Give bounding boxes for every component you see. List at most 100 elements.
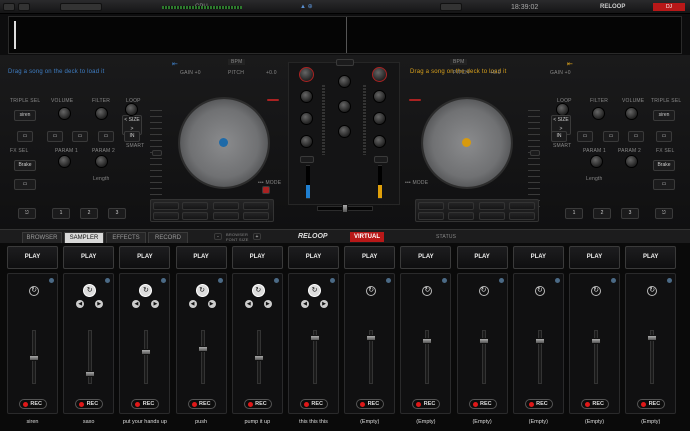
next-icon[interactable]: ▶ <box>95 300 104 308</box>
loop-icon[interactable]: ↻ <box>29 286 39 296</box>
sampler-rec-button[interactable]: REC <box>75 399 104 409</box>
deck-a-eq-mid[interactable] <box>300 112 313 125</box>
sampler-volume-handle[interactable] <box>534 337 545 344</box>
sampler-volume-track[interactable] <box>253 330 264 384</box>
deck-b-pitch-fader[interactable] <box>530 150 540 156</box>
deck-b-pad-2[interactable] <box>448 202 474 210</box>
deck-b-volume-fader-track[interactable] <box>378 165 382 199</box>
headphone-knob[interactable] <box>338 100 351 113</box>
sampler-volume-track[interactable] <box>29 330 39 384</box>
sampler-play-button[interactable]: PLAY <box>512 246 564 269</box>
deck-a-gain-knob[interactable] <box>299 67 314 82</box>
deck-a-fx-button-4[interactable]: ▭ <box>98 131 114 142</box>
deck-b-fx-button-3[interactable]: ▭ <box>628 131 644 142</box>
deck-a-fx-button-1[interactable]: ▭ <box>17 131 33 142</box>
mixer-master-button[interactable] <box>336 59 354 66</box>
sampler-volume-track[interactable] <box>534 330 545 384</box>
sampler-rec-button[interactable]: REC <box>300 399 328 409</box>
crossfader-handle[interactable] <box>342 204 348 213</box>
record-indicator[interactable] <box>440 3 462 11</box>
sampler-rec-button[interactable]: REC <box>581 399 609 409</box>
sampler-volume-track[interactable] <box>366 330 377 384</box>
deck-a-fx-button-3[interactable]: ▭ <box>72 131 88 142</box>
deck-a-fx-button-2[interactable]: ▭ <box>47 131 63 142</box>
crossfader-track[interactable] <box>317 204 373 213</box>
deck-a-fx1-button[interactable]: siren <box>14 110 36 121</box>
deck-a-fx-toggle[interactable]: ▭ <box>14 179 36 190</box>
sampler-volume-track[interactable] <box>591 330 601 384</box>
deck-a-pitch-fader[interactable] <box>152 150 162 156</box>
deck-b-loop-in[interactable]: IN <box>551 131 567 142</box>
sampler-volume-handle[interactable] <box>141 348 152 355</box>
sampler-rec-button[interactable]: REC <box>468 399 497 409</box>
deck-b-pad-6[interactable] <box>448 212 474 220</box>
sampler-volume-handle[interactable] <box>366 335 377 342</box>
tab-sampler[interactable]: SAMPLER <box>64 232 104 243</box>
sampler-play-button[interactable]: PLAY <box>288 246 339 269</box>
deck-a-loop-knob[interactable] <box>125 103 138 116</box>
deck-a-shift-button[interactable]: ⎋ <box>18 208 36 219</box>
deck-a-pad-5[interactable] <box>153 212 179 220</box>
sampler-rec-button[interactable]: REC <box>131 399 160 409</box>
next-icon[interactable]: ▶ <box>320 300 328 308</box>
master-knob[interactable] <box>338 75 351 88</box>
window-button[interactable] <box>18 3 30 11</box>
sampler-play-button[interactable]: PLAY <box>456 246 508 269</box>
sampler-rec-button[interactable]: REC <box>187 399 216 409</box>
sampler-rec-button[interactable]: REC <box>243 399 272 409</box>
sampler-play-button[interactable]: PLAY <box>569 246 620 269</box>
sampler-play-button[interactable]: PLAY <box>400 246 452 269</box>
loop-icon[interactable]: ↻ <box>83 284 97 297</box>
sampler-volume-handle[interactable] <box>422 337 433 344</box>
prev-icon[interactable]: ◀ <box>76 300 85 308</box>
deck-b-cue-1[interactable]: 1 <box>565 208 583 219</box>
next-icon[interactable]: ▶ <box>263 300 272 308</box>
sampler-rec-button[interactable]: REC <box>412 399 441 409</box>
deck-a-eq-low[interactable] <box>300 135 313 148</box>
deck-b-cue-2[interactable]: 2 <box>593 208 611 219</box>
deck-a-cue-1[interactable]: 1 <box>52 208 70 219</box>
deck-b-pad-4[interactable] <box>509 202 535 210</box>
deck-b-jog-wheel[interactable] <box>421 97 513 189</box>
sampler-volume-handle[interactable] <box>591 337 601 344</box>
deck-a-eq-high[interactable] <box>300 90 313 103</box>
deck-b-fx-toggle[interactable]: ▭ <box>653 179 675 190</box>
config-button[interactable] <box>3 3 15 11</box>
deck-b-pfl-button[interactable] <box>374 156 388 163</box>
sampler-play-button[interactable]: PLAY <box>7 246 58 269</box>
deck-a-pad-2[interactable] <box>182 202 208 210</box>
sampler-play-button[interactable]: PLAY <box>63 246 115 269</box>
sampler-play-button[interactable]: PLAY <box>231 246 283 269</box>
deck-a-pad-8[interactable] <box>243 212 269 220</box>
sampler-volume-handle[interactable] <box>310 335 320 342</box>
sampler-volume-track[interactable] <box>647 330 658 384</box>
deck-a-loop-in[interactable]: IN <box>124 131 140 142</box>
font-size-plus[interactable]: + <box>253 233 261 240</box>
deck-b-pad-1[interactable] <box>418 202 444 210</box>
deck-b-fx-button-2[interactable]: ▭ <box>603 131 619 142</box>
sampler-rec-button[interactable]: REC <box>637 399 666 409</box>
loop-icon[interactable]: ↻ <box>478 286 489 296</box>
headphone-mix-knob[interactable] <box>338 125 351 138</box>
sampler-volume-track[interactable] <box>478 330 489 384</box>
prev-icon[interactable]: ◀ <box>132 300 141 308</box>
deck-a-pad-3[interactable] <box>213 202 239 210</box>
sampler-volume-handle[interactable] <box>85 370 96 377</box>
loop-icon[interactable]: ↻ <box>251 284 265 297</box>
deck-a-jog-wheel[interactable] <box>178 97 270 189</box>
tab-record[interactable]: RECORD <box>148 232 188 243</box>
deck-a-vinyl-button[interactable] <box>267 99 279 101</box>
deck-a-volume-knob[interactable] <box>58 107 71 120</box>
sampler-play-button[interactable]: PLAY <box>344 246 396 269</box>
deck-b-vinyl-button[interactable] <box>409 99 421 101</box>
sampler-play-button[interactable]: PLAY <box>625 246 677 269</box>
layout-selector[interactable] <box>60 3 102 11</box>
sampler-volume-track[interactable] <box>85 330 96 384</box>
deck-b-fx2-button[interactable]: Brake <box>653 160 675 171</box>
loop-icon[interactable]: ↻ <box>422 286 433 296</box>
deck-b-cue-3[interactable]: 3 <box>621 208 639 219</box>
deck-b-pad-7[interactable] <box>479 212 505 220</box>
network-icon[interactable]: ▲ ⊕ <box>300 3 330 11</box>
deck-a-pad-1[interactable] <box>153 202 179 210</box>
deck-b-fx-button-1[interactable]: ▭ <box>577 131 593 142</box>
